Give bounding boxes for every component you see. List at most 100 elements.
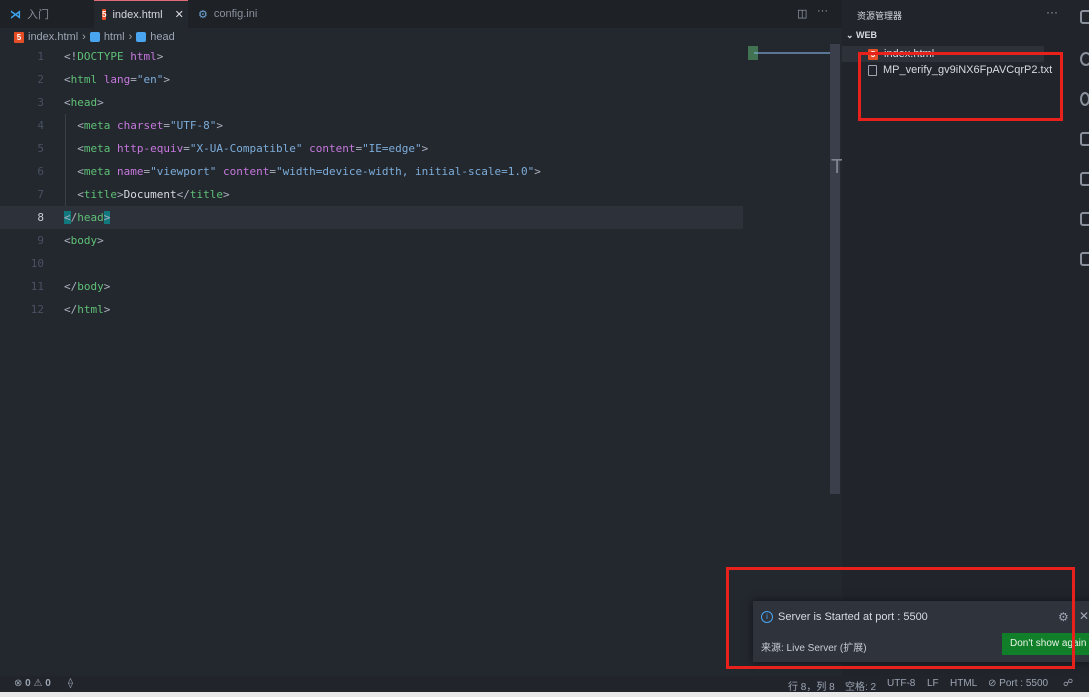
element-icon: [89, 32, 100, 42]
code-token: body: [77, 280, 104, 293]
code-token: <: [64, 119, 84, 132]
code-text: </body>: [64, 275, 110, 298]
code-token: html: [70, 73, 98, 86]
code-token: </: [64, 303, 78, 316]
feedback-icon[interactable]: ☍: [1063, 678, 1073, 689]
code-token: name: [110, 165, 144, 178]
code-text: <head>: [64, 91, 104, 114]
live-server-port[interactable]: ⊘ Port : 5500: [988, 678, 1048, 689]
code-token: =: [163, 119, 170, 132]
code-token: head: [70, 96, 98, 109]
problems-indicator[interactable]: ⊗ 0 ⚠ 0: [14, 678, 51, 689]
line-ending[interactable]: LF: [927, 678, 939, 689]
indentation[interactable]: 空格: 2: [845, 678, 876, 693]
line-number: 6: [37, 165, 44, 178]
close-icon[interactable]: ✕: [1079, 609, 1089, 623]
code-line[interactable]: 7 <title>Document</title>: [0, 183, 743, 206]
debug-icon[interactable]: [1080, 132, 1089, 146]
git-commit-icon[interactable]: ⟠: [68, 678, 73, 689]
status-bar: ⊗ 0 ⚠ 0 ⟠ 行 8，列 8 空格: 2 UTF-8 LF HTML ⊘ …: [0, 676, 1089, 693]
line-number: 8: [37, 211, 44, 224]
indent-guide: [65, 114, 66, 206]
code-line[interactable]: 9 <body>: [0, 229, 743, 252]
code-token: head: [77, 211, 104, 224]
code-line[interactable]: 2 <html lang="en">: [0, 68, 743, 91]
code-token: >: [103, 211, 111, 224]
code-token: title: [189, 188, 223, 201]
code-text: <title>Document</title>: [64, 183, 229, 206]
code-line[interactable]: 5 <meta http-equiv="X-UA-Compatible" con…: [0, 137, 743, 160]
line-number: 11: [30, 280, 44, 293]
extensions-icon[interactable]: [1080, 172, 1089, 186]
code-token: content: [216, 165, 270, 178]
code-token: >: [421, 142, 429, 155]
code-token: <: [64, 73, 71, 86]
line-number: 12: [30, 303, 44, 316]
code-line[interactable]: 4 <meta charset="UTF-8">: [0, 114, 743, 137]
code-text: <meta charset="UTF-8">: [64, 114, 223, 137]
code-line[interactable]: 3 <head>: [0, 91, 743, 114]
more-actions-icon[interactable]: ···: [1046, 5, 1058, 19]
code-token: <: [64, 165, 84, 178]
code-token: >: [97, 234, 104, 247]
code-token: html: [77, 303, 104, 316]
code-token: "UTF-8": [169, 119, 217, 132]
code-text: <body>: [64, 229, 104, 252]
code-token: <: [64, 211, 71, 224]
line-number: 9: [37, 234, 44, 247]
scrollbar[interactable]: [830, 44, 840, 494]
code-line[interactable]: 8 </head>: [0, 206, 743, 229]
code-line[interactable]: 1 <!DOCTYPE html>: [0, 45, 743, 68]
code-token: </: [176, 188, 190, 201]
minimap[interactable]: [746, 44, 830, 64]
code-token: </: [64, 280, 78, 293]
code-line[interactable]: 6 <meta name="viewport" content="width=d…: [0, 160, 743, 183]
code-text: </html>: [64, 298, 110, 321]
folder-web[interactable]: ⌄ WEB: [846, 30, 877, 41]
code-token: meta: [83, 142, 111, 155]
code-token: html: [123, 50, 157, 63]
code-text: <!DOCTYPE html>: [64, 45, 163, 68]
chevron-down-icon: ⌄: [846, 30, 857, 40]
code-token: "IE=edge": [362, 142, 422, 155]
calendar-icon[interactable]: [1080, 212, 1089, 226]
breadcrumb-item[interactable]: html: [104, 31, 125, 43]
code-token: >: [117, 188, 124, 201]
bookmark-icon[interactable]: [1080, 252, 1089, 266]
code-line[interactable]: 11 </body>: [0, 275, 743, 298]
line-number: 5: [37, 142, 44, 155]
code-token: >: [216, 119, 223, 132]
code-line[interactable]: 12 </html>: [0, 298, 743, 321]
source-control-icon[interactable]: [1080, 92, 1089, 106]
cursor-position[interactable]: 行 8，列 8: [788, 678, 835, 693]
more-actions-icon[interactable]: ···: [817, 5, 828, 17]
code-token: >: [163, 73, 170, 86]
code-token: <: [64, 234, 71, 247]
search-icon[interactable]: [1080, 52, 1089, 66]
line-number: 7: [37, 188, 44, 201]
code-token: <: [64, 96, 71, 109]
close-icon[interactable]: ✕: [175, 8, 184, 21]
tab-config-ini[interactable]: ⚙ config.ini: [190, 0, 265, 28]
vscode-window: ⋊ 入门 5 index.html ✕ ⚙ config.ini ◫ ··· 5 inde…: [0, 0, 1089, 692]
breadcrumb-item[interactable]: head: [150, 31, 174, 43]
code-line[interactable]: 10: [0, 252, 743, 275]
language-mode[interactable]: HTML: [950, 678, 977, 689]
code-text: <meta http-equiv="X-UA-Compatible" conte…: [64, 137, 428, 160]
code-token: meta: [83, 119, 111, 132]
code-token: >: [103, 280, 111, 293]
tab-welcome[interactable]: ⋊ 入门: [2, 0, 94, 28]
line-number: 2: [37, 73, 44, 86]
explorer-icon[interactable]: [1080, 10, 1089, 24]
code-token: meta: [83, 165, 111, 178]
encoding[interactable]: UTF-8: [887, 678, 915, 689]
split-editor-icon[interactable]: ◫: [797, 7, 807, 20]
code-token: >: [534, 165, 541, 178]
code-token: >: [103, 303, 111, 316]
code-token: title: [83, 188, 117, 201]
tab-bar: ⋊ 入门 5 index.html ✕ ⚙ config.ini ◫ ···: [0, 0, 842, 28]
chevron-right-icon: ›: [128, 31, 133, 43]
tab-index-html[interactable]: 5 index.html ✕: [94, 0, 188, 28]
vscode-logo-icon: ⋊: [10, 8, 21, 21]
breadcrumb-item[interactable]: index.html: [28, 31, 78, 43]
